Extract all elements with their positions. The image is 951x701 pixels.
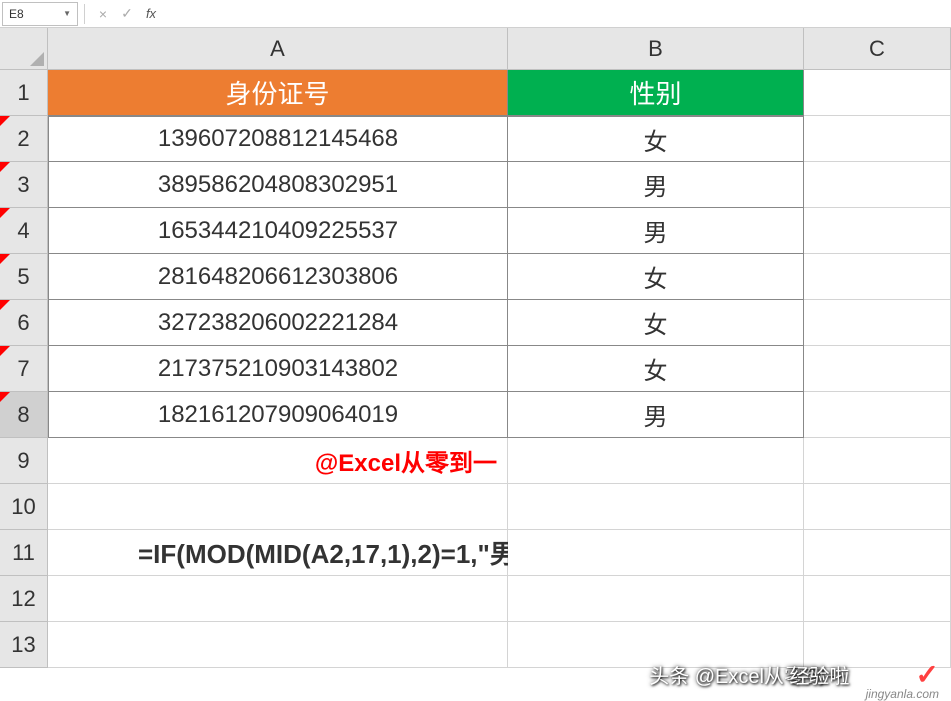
cell-empty[interactable] <box>508 576 804 622</box>
row-header-11[interactable]: 11 <box>0 530 48 576</box>
cancel-icon[interactable]: × <box>91 3 115 25</box>
cell-id[interactable]: 139607208812145468 <box>48 116 508 162</box>
cell-empty[interactable] <box>804 484 951 530</box>
cell-empty[interactable] <box>804 346 951 392</box>
cell-id[interactable]: 389586204808302951 <box>48 162 508 208</box>
cell-id[interactable]: 182161207909064019 <box>48 392 508 438</box>
row-header-7[interactable]: 7 <box>0 346 48 392</box>
row-header-13[interactable]: 13 <box>0 622 48 668</box>
comment-indicator-icon <box>0 254 10 264</box>
cell-empty[interactable] <box>804 576 951 622</box>
column-header-C[interactable]: C <box>804 28 951 70</box>
comment-indicator-icon <box>0 392 10 402</box>
cell-id[interactable]: 217375210903143802 <box>48 346 508 392</box>
cell-empty[interactable] <box>48 622 508 668</box>
fx-icon[interactable]: fx <box>139 3 163 25</box>
formula-bar: E8 ▼ × ✓ fx <box>0 0 951 28</box>
spreadsheet-grid: A B C 1 2 3 4 5 6 7 8 9 10 11 12 13 <box>0 28 951 699</box>
cell-gender[interactable]: 男 <box>508 162 804 208</box>
cell-gender[interactable]: 女 <box>508 346 804 392</box>
comment-indicator-icon <box>0 346 10 356</box>
row-header-12[interactable]: 12 <box>0 576 48 622</box>
row-header-4[interactable]: 4 <box>0 208 48 254</box>
cell-empty[interactable] <box>508 530 804 576</box>
cell-empty[interactable] <box>804 438 951 484</box>
dropdown-icon[interactable]: ▼ <box>63 9 71 18</box>
checkmark-icon: ✓ <box>916 658 939 691</box>
row-header-10[interactable]: 10 <box>0 484 48 530</box>
column-headers: A B C <box>48 28 951 70</box>
row-header-6[interactable]: 6 <box>0 300 48 346</box>
row-header-9[interactable]: 9 <box>0 438 48 484</box>
cell-gender[interactable]: 女 <box>508 254 804 300</box>
name-box-value: E8 <box>9 7 24 21</box>
comment-indicator-icon <box>0 162 10 172</box>
cell-id[interactable]: 281648206612303806 <box>48 254 508 300</box>
cell-empty[interactable] <box>804 116 951 162</box>
select-all-corner[interactable] <box>0 28 48 70</box>
cell-empty[interactable] <box>804 530 951 576</box>
cell-empty[interactable] <box>804 392 951 438</box>
cell-empty[interactable] <box>508 484 804 530</box>
watermark-text: 头条 @Excel从零到一 经验啦 <box>649 660 909 689</box>
cell-empty[interactable] <box>508 438 804 484</box>
row-header-5[interactable]: 5 <box>0 254 48 300</box>
cell-empty[interactable] <box>804 254 951 300</box>
formula-example[interactable]: =IF(MOD(MID(A2,17,1),2)=1,"男","女") <box>48 530 508 576</box>
column-header-A[interactable]: A <box>48 28 508 70</box>
watermark: 头条 @Excel从零到一 经验啦 ✓ <box>649 658 939 691</box>
cells-container: 身份证号 性别 139607208812145468 女 38958620480… <box>48 70 951 668</box>
row-header-2[interactable]: 2 <box>0 116 48 162</box>
cell-gender[interactable]: 男 <box>508 392 804 438</box>
cell-empty[interactable] <box>48 484 508 530</box>
row-header-1[interactable]: 1 <box>0 70 48 116</box>
comment-indicator-icon <box>0 300 10 310</box>
enter-icon[interactable]: ✓ <box>115 3 139 25</box>
column-header-B[interactable]: B <box>508 28 804 70</box>
cell-gender[interactable]: 男 <box>508 208 804 254</box>
separator <box>84 4 85 24</box>
table-header-gender[interactable]: 性别 <box>508 70 804 116</box>
row-header-8[interactable]: 8 <box>0 392 48 438</box>
table-header-id[interactable]: 身份证号 <box>48 70 508 116</box>
cell-gender[interactable]: 女 <box>508 116 804 162</box>
cell-C1[interactable] <box>804 70 951 116</box>
cell-empty[interactable] <box>804 162 951 208</box>
name-box[interactable]: E8 ▼ <box>2 2 78 26</box>
credit-text[interactable]: @Excel从零到一 <box>48 438 508 484</box>
row-header-3[interactable]: 3 <box>0 162 48 208</box>
comment-indicator-icon <box>0 116 10 126</box>
cell-id[interactable]: 327238206002221284 <box>48 300 508 346</box>
cell-id[interactable]: 165344210409225537 <box>48 208 508 254</box>
cell-empty[interactable] <box>804 208 951 254</box>
cell-empty[interactable] <box>48 576 508 622</box>
cell-gender[interactable]: 女 <box>508 300 804 346</box>
formula-input[interactable] <box>163 3 951 25</box>
comment-indicator-icon <box>0 208 10 218</box>
row-headers: 1 2 3 4 5 6 7 8 9 10 11 12 13 <box>0 70 48 668</box>
cell-empty[interactable] <box>804 300 951 346</box>
